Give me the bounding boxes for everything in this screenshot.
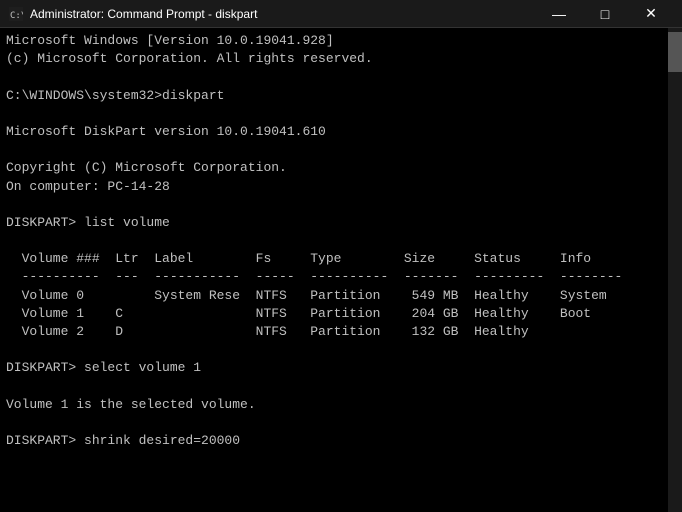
- terminal-line: [6, 141, 660, 159]
- minimize-button[interactable]: —: [536, 0, 582, 28]
- cmd-icon: C:\: [8, 6, 24, 22]
- terminal-line: Volume 0 System Rese NTFS Partition 549 …: [6, 287, 660, 305]
- terminal-line: [6, 414, 660, 432]
- terminal-line: Volume 2 D NTFS Partition 132 GB Healthy: [6, 323, 660, 341]
- terminal-line: [6, 68, 660, 86]
- window: C:\ Administrator: Command Prompt - disk…: [0, 0, 682, 512]
- close-button[interactable]: ✕: [628, 0, 674, 28]
- terminal-line: [6, 105, 660, 123]
- terminal-line: Volume 1 C NTFS Partition 204 GB Healthy…: [6, 305, 660, 323]
- svg-text:C:\: C:\: [10, 11, 23, 21]
- scrollbar-thumb[interactable]: [668, 32, 682, 72]
- terminal-line: Copyright (C) Microsoft Corporation.: [6, 159, 660, 177]
- terminal-line: [6, 378, 660, 396]
- terminal-body[interactable]: Microsoft Windows [Version 10.0.19041.92…: [0, 28, 682, 512]
- scrollbar[interactable]: [668, 28, 682, 512]
- title-bar-controls: — □ ✕: [536, 0, 674, 28]
- terminal-line: [6, 196, 660, 214]
- terminal-line: ---------- --- ----------- ----- -------…: [6, 268, 660, 286]
- terminal-line: DISKPART> shrink desired=20000: [6, 432, 660, 450]
- terminal-content: Microsoft Windows [Version 10.0.19041.92…: [6, 32, 676, 512]
- terminal-line: Volume 1 is the selected volume.: [6, 396, 660, 414]
- terminal-line: [6, 469, 660, 487]
- terminal-line: (c) Microsoft Corporation. All rights re…: [6, 50, 660, 68]
- terminal-line: DISKPART> select volume 1: [6, 359, 660, 377]
- title-bar: C:\ Administrator: Command Prompt - disk…: [0, 0, 682, 28]
- title-bar-text: Administrator: Command Prompt - diskpart: [30, 7, 536, 21]
- terminal-line: C:\WINDOWS\system32>diskpart: [6, 87, 660, 105]
- terminal-line: Volume ### Ltr Label Fs Type Size Status…: [6, 250, 660, 268]
- terminal-line: [6, 487, 660, 505]
- terminal-line: Microsoft Windows [Version 10.0.19041.92…: [6, 32, 660, 50]
- terminal-line: [6, 505, 660, 512]
- terminal-line: [6, 450, 660, 468]
- terminal-line: [6, 232, 660, 250]
- terminal-line: DISKPART> list volume: [6, 214, 660, 232]
- terminal-line: [6, 341, 660, 359]
- terminal-line: On computer: PC-14-28: [6, 178, 660, 196]
- maximize-button[interactable]: □: [582, 0, 628, 28]
- terminal-line: Microsoft DiskPart version 10.0.19041.61…: [6, 123, 660, 141]
